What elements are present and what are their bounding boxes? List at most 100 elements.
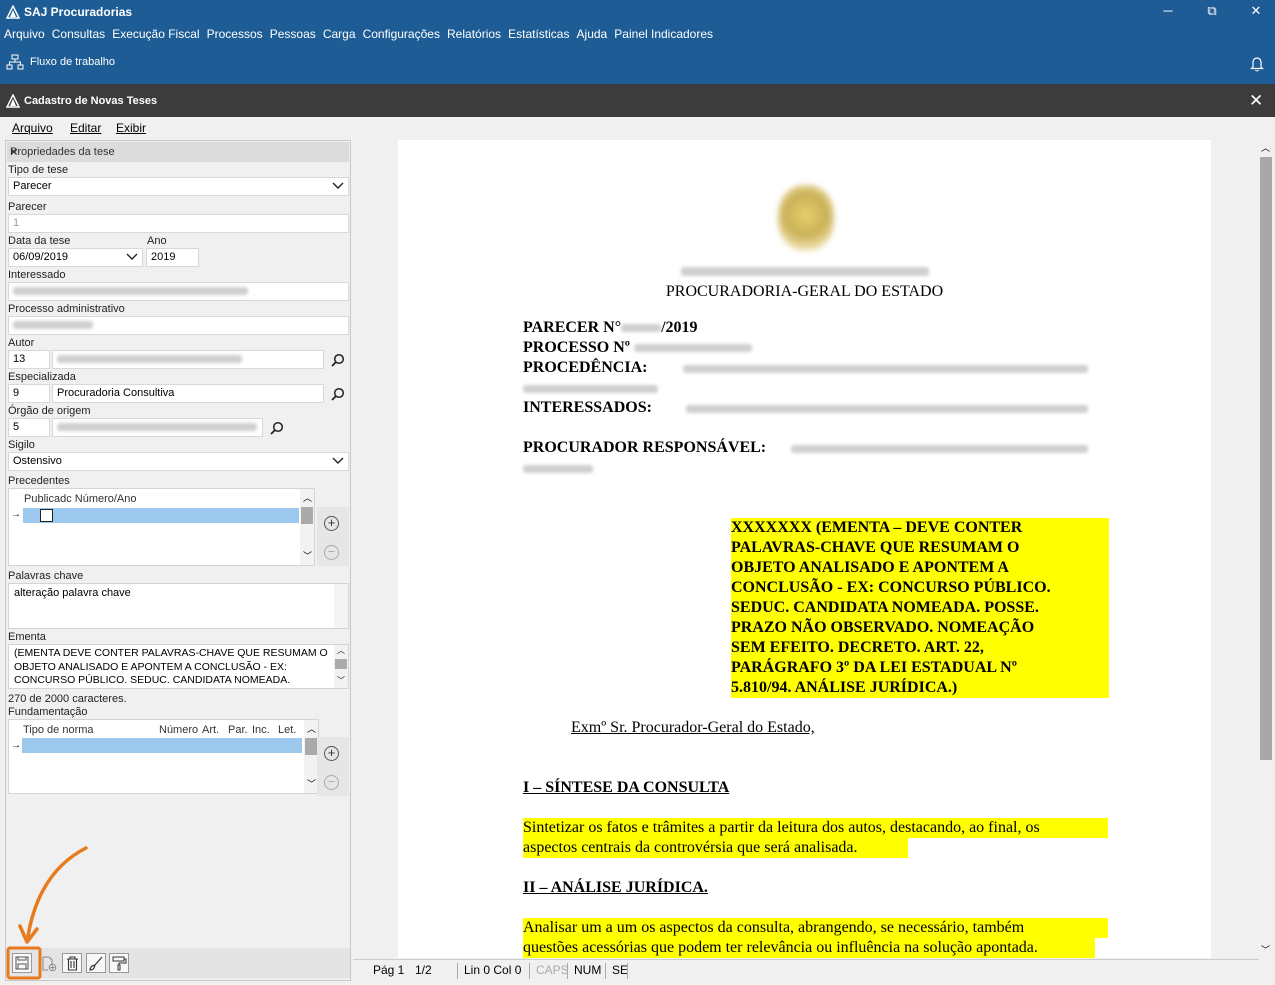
especializada-code-field[interactable]: 9	[8, 384, 50, 403]
menu-painel-indicadores[interactable]: Painel Indicadores	[614, 24, 713, 44]
search-icon[interactable]	[331, 387, 345, 401]
tipo-tese-value: Parecer	[13, 180, 52, 192]
parecer-label: Parecer	[8, 201, 47, 213]
redacted-text	[13, 321, 93, 330]
child-menu-exibir[interactable]: Exibir	[116, 121, 146, 135]
scroll-up-icon[interactable]: ︿	[303, 491, 312, 504]
menu-consultas[interactable]: Consultas	[52, 24, 105, 44]
app-logo-icon	[6, 5, 20, 19]
chevron-down-icon	[332, 182, 344, 189]
scroll-thumb[interactable]	[301, 507, 313, 524]
doc-section-1-line-2: aspectos centrais da controvérsia que se…	[523, 838, 908, 858]
fundamentacao-label: Fundamentação	[8, 706, 88, 718]
redacted-text	[791, 445, 1088, 453]
workflow-button[interactable]: Fluxo de trabalho	[4, 52, 124, 74]
fundamentacao-row[interactable]	[22, 738, 302, 753]
ementa-textarea[interactable]: (EMENTA DEVE CONTER PALAVRAS-CHAVE QUE R…	[8, 644, 349, 689]
scroll-thumb[interactable]	[305, 738, 317, 755]
properties-panel-header: Propriedades da tese ×	[7, 142, 349, 162]
interessado-field[interactable]	[8, 282, 349, 301]
palavras-scrollbar[interactable]	[334, 584, 348, 628]
scroll-up-icon[interactable]: ︿	[1261, 141, 1270, 154]
child-logo-icon	[6, 94, 20, 108]
close-child-button[interactable]: ✕	[1249, 91, 1263, 111]
minimize-button[interactable]: ─	[1146, 0, 1190, 24]
precedentes-scrollbar[interactable]: ︿ ﹀	[300, 489, 314, 565]
orgao-code-field[interactable]: 5	[8, 418, 50, 437]
add-fundamentacao-button[interactable]: +	[324, 746, 339, 761]
restore-button[interactable]: ⧉	[1190, 0, 1234, 24]
fundamentacao-scrollbar[interactable]: ︿ ﹀	[304, 720, 318, 793]
char-count: 270 de 2000 caracteres.	[8, 693, 127, 705]
document-page[interactable]: PROCURADORIA-GERAL DO ESTADO PARECER N° /…	[398, 140, 1211, 958]
ementa-scrollbar[interactable]: ︿ ﹀	[334, 645, 348, 688]
scroll-thumb[interactable]	[335, 659, 347, 669]
format-button[interactable]	[109, 953, 129, 973]
child-window-titlebar: Cadastro de Novas Teses ✕	[0, 84, 1275, 117]
document-scrollbar[interactable]: ︿ ﹀	[1258, 140, 1274, 958]
tipo-tese-select[interactable]: Parecer	[8, 177, 349, 196]
scroll-up-icon[interactable]: ︿	[307, 722, 316, 735]
precedentes-row[interactable]	[23, 508, 299, 523]
search-icon[interactable]	[331, 353, 345, 367]
sigilo-select[interactable]: Ostensivo	[8, 452, 349, 471]
ano-field[interactable]: 2019	[146, 248, 199, 267]
publicado-checkbox[interactable]	[40, 509, 53, 522]
bell-icon[interactable]	[1250, 55, 1264, 72]
scroll-down-icon[interactable]: ﹀	[307, 777, 316, 790]
remove-precedente-button[interactable]: −	[324, 545, 339, 560]
scroll-down-icon[interactable]: ﹀	[1261, 943, 1270, 956]
col-let: Let.	[278, 724, 297, 736]
scroll-down-icon[interactable]: ﹀	[337, 675, 345, 686]
especializada-name-field[interactable]: Procuradoria Consultiva	[52, 384, 324, 403]
doc-ementa-line-3: OBJETO ANALISADO E APONTEM A	[731, 559, 1009, 576]
autor-code-field[interactable]: 13	[8, 350, 50, 369]
menu-processos[interactable]: Processos	[207, 24, 263, 44]
palavras-textarea[interactable]: alteração palavra chave	[8, 583, 349, 629]
redacted-text	[683, 365, 1088, 373]
parecer-field[interactable]: 1	[8, 214, 349, 233]
row-pointer-icon: →	[11, 740, 21, 751]
fundamentacao-grid[interactable]: Tipo de norma Número Art. Par. Inc. Let.…	[8, 719, 319, 794]
autor-name-field[interactable]	[52, 350, 324, 369]
child-menu-arquivo[interactable]: Arquivo	[12, 121, 53, 135]
doc-section-1-title: I – SÍNTESE DA CONSULTA	[523, 779, 730, 796]
col-tipo-norma: Tipo de norma	[23, 724, 94, 736]
menu-configuracoes[interactable]: Configurações	[363, 24, 440, 44]
doc-ementa-line-8: PARÁGRAFO 3º DA LEI ESTADUAL Nº	[731, 659, 1017, 676]
especializada-label: Especializada	[8, 371, 76, 383]
processo-field[interactable]	[8, 316, 349, 335]
ementa-label: Ementa	[8, 631, 46, 643]
menu-arquivo[interactable]: Arquivo	[4, 24, 45, 44]
workflow-icon	[6, 54, 24, 70]
menu-pessoas[interactable]: Pessoas	[270, 24, 316, 44]
doc-ementa-line-9: 5.810/94. ANÁLISE JURÍDICA.)	[731, 679, 958, 696]
child-menu-editar[interactable]: Editar	[70, 121, 101, 135]
precedentes-grid[interactable]: Publicadc Número/Ano → ︿ ﹀	[8, 488, 315, 566]
status-divider	[627, 963, 634, 979]
menu-relatorios[interactable]: Relatórios	[447, 24, 501, 44]
search-icon[interactable]	[270, 421, 284, 435]
menu-estatisticas[interactable]: Estatísticas	[508, 24, 569, 44]
doc-header: PROCURADORIA-GERAL DO ESTADO	[665, 283, 944, 300]
data-tese-picker[interactable]: 06/09/2019	[8, 248, 143, 267]
interessado-label: Interessado	[8, 269, 66, 281]
add-precedente-button[interactable]: +	[324, 516, 339, 531]
menu-carga[interactable]: Carga	[323, 24, 356, 44]
menu-ajuda[interactable]: Ajuda	[577, 24, 608, 44]
close-app-button[interactable]: ✕	[1234, 0, 1275, 24]
scroll-thumb[interactable]	[1260, 157, 1272, 760]
chevron-down-icon	[126, 253, 138, 260]
document-editor[interactable]: PROCURADORIA-GERAL DO ESTADO PARECER N° /…	[353, 140, 1259, 958]
orgao-name-field[interactable]	[52, 418, 263, 437]
doc-procedencia-label: PROCEDÊNCIA:	[523, 359, 648, 376]
scroll-up-icon[interactable]: ︿	[337, 645, 345, 656]
doc-salutation: Exmº Sr. Procurador-Geral do Estado,	[571, 719, 815, 736]
main-toolbar: Fluxo de trabalho	[0, 44, 1275, 84]
remove-fundamentacao-button[interactable]: −	[324, 775, 339, 790]
app-title: SAJ Procuradorias	[24, 5, 133, 19]
scroll-down-icon[interactable]: ﹀	[303, 549, 312, 562]
close-panel-button[interactable]: ×	[10, 144, 345, 159]
col-art: Art.	[202, 724, 220, 736]
menu-execucao-fiscal[interactable]: Execução Fiscal	[112, 24, 199, 44]
